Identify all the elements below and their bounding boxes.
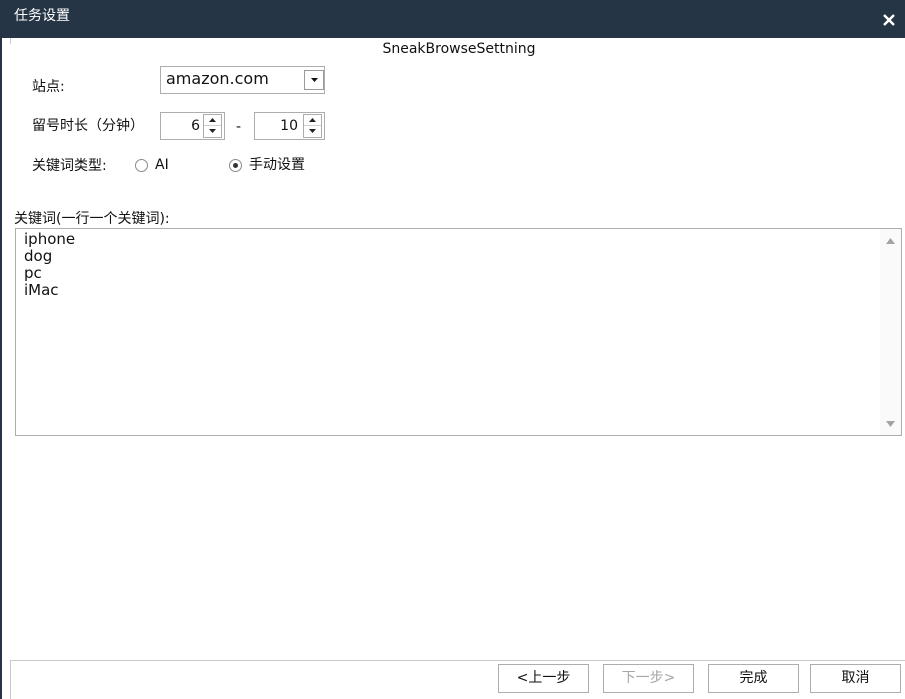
- duration-min-increment-button[interactable]: [204, 115, 221, 126]
- duration-label: 留号时长（分钟）: [32, 118, 144, 134]
- scroll-down-icon: [886, 421, 895, 427]
- prev-step-button[interactable]: <上一步: [498, 664, 589, 693]
- duration-max-increment-button[interactable]: [304, 115, 321, 126]
- spin-up-icon: [209, 118, 216, 122]
- finish-button[interactable]: 完成: [708, 664, 799, 693]
- radio-circle-icon: [229, 159, 242, 172]
- duration-max-decrement-button[interactable]: [304, 126, 321, 137]
- duration-max-value: 10: [280, 118, 298, 134]
- duration-min-spin-buttons: [203, 114, 222, 138]
- spin-down-icon: [309, 129, 316, 133]
- keyword-type-radio-manual-label: 手动设置: [249, 157, 305, 173]
- spin-up-icon: [309, 118, 316, 122]
- keyword-type-radio-ai-label: AI: [155, 157, 169, 173]
- keyword-type-label: 关键词类型:: [32, 158, 107, 174]
- next-step-button[interactable]: 下一步>: [603, 664, 694, 693]
- keywords-lines: iphone dog pc iMac: [24, 231, 75, 299]
- scroll-up-icon: [886, 238, 895, 244]
- duration-min-decrement-button[interactable]: [204, 126, 221, 137]
- page-heading: SneakBrowseSettning: [382, 41, 536, 57]
- site-label: 站点:: [32, 79, 65, 95]
- keyword-type-radio-ai[interactable]: AI: [133, 155, 175, 175]
- title-bar: 任务设置: [0, 0, 905, 38]
- window-left-border: [0, 38, 2, 699]
- spin-down-icon: [209, 129, 216, 133]
- scroll-up-button[interactable]: [880, 229, 901, 251]
- duration-max-stepper[interactable]: 10: [254, 112, 325, 140]
- duration-min-stepper[interactable]: 6: [160, 112, 225, 140]
- scroll-down-button[interactable]: [880, 413, 901, 435]
- keywords-label: 关键词(一行一个关键词):: [14, 211, 170, 227]
- close-button[interactable]: [878, 9, 900, 31]
- site-dropdown-value: amazon.com: [166, 69, 269, 88]
- keyword-type-radio-manual[interactable]: 手动设置: [227, 155, 319, 175]
- radio-dot-icon: [233, 163, 238, 168]
- duration-min-value: 6: [191, 118, 200, 134]
- radio-circle-icon: [135, 159, 148, 172]
- duration-range-separator: -: [236, 119, 242, 135]
- keyword-line: iphone: [24, 230, 76, 248]
- site-dropdown[interactable]: amazon.com: [160, 66, 325, 94]
- keywords-scrollbar[interactable]: [880, 229, 901, 435]
- duration-max-spin-buttons: [303, 114, 322, 138]
- chevron-down-icon: [311, 78, 318, 82]
- site-dropdown-arrow-button[interactable]: [304, 70, 324, 90]
- keyword-line: pc: [24, 264, 42, 282]
- window-title: 任务设置: [14, 8, 70, 24]
- cancel-button[interactable]: 取消: [810, 664, 901, 693]
- keyword-line: iMac: [24, 281, 59, 299]
- keywords-textarea[interactable]: iphone dog pc iMac: [15, 228, 902, 436]
- keyword-line: dog: [24, 247, 53, 265]
- close-icon: [883, 14, 895, 26]
- content-frame-edge: [10, 38, 11, 44]
